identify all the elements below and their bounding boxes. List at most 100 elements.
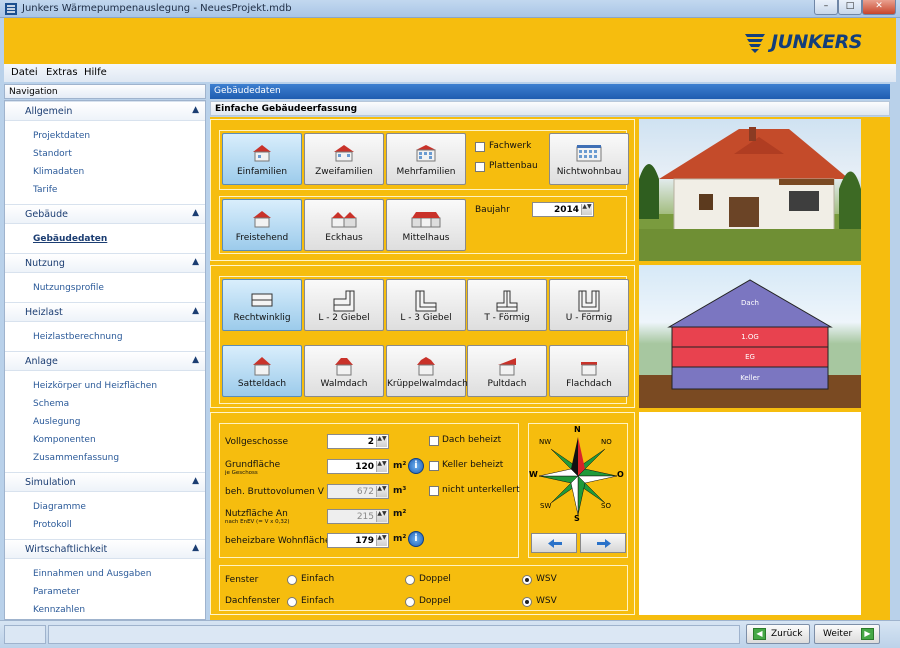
fenster-wsv-radio[interactable] xyxy=(522,575,532,585)
tile-u-foermig[interactable]: U - Förmig xyxy=(549,279,629,331)
zurueck-label: Zurück xyxy=(771,629,803,639)
tile-krueppelwalmdach[interactable]: Krüppelwalmdach xyxy=(386,345,468,397)
tile-t-foermig[interactable]: T - Förmig xyxy=(467,279,547,331)
nav-item-standort[interactable]: Standort xyxy=(33,149,72,159)
tile-l-3-giebel[interactable]: L - 3 Giebel xyxy=(386,279,466,331)
vollgeschosse-input[interactable]: 2 ▲▼ xyxy=(327,434,389,449)
house-terrace-icon xyxy=(411,212,441,228)
spinner-icon[interactable]: ▲▼ xyxy=(376,436,387,447)
nav-item-zusammenfassung[interactable]: Zusammenfassung xyxy=(33,453,119,463)
nav-section-anlage[interactable]: Anlage ▲ xyxy=(5,351,205,371)
nav-item-parameter[interactable]: Parameter xyxy=(33,587,80,597)
nav-section-title: Heizlast xyxy=(25,307,63,318)
wohnflaeche-input[interactable]: 179 ▲▼ xyxy=(327,533,389,548)
close-button[interactable]: ✕ xyxy=(862,0,896,15)
dach-beheizt-label: Dach beheizt xyxy=(442,435,502,445)
nav-item-gebaeudedaten[interactable]: Gebäudedaten xyxy=(33,234,107,244)
tile-freistehend[interactable]: Freistehend xyxy=(222,199,302,251)
baujahr-input[interactable]: 2014 ▲▼ xyxy=(532,202,594,217)
nav-section-gebaeude[interactable]: Gebäude ▲ xyxy=(5,204,205,224)
nav-item-heizkoerper[interactable]: Heizkörper und Heizflächen xyxy=(33,381,157,391)
compass-sw[interactable]: SW xyxy=(540,502,551,510)
weiter-button[interactable]: Weiter ▶ xyxy=(814,624,880,644)
compass-o[interactable]: O xyxy=(617,470,624,479)
plattenbau-checkbox[interactable] xyxy=(475,162,485,172)
spinner-icon[interactable]: ▲▼ xyxy=(581,204,592,215)
tile-flachdach[interactable]: Flachdach xyxy=(549,345,629,397)
nav-item-protokoll[interactable]: Protokoll xyxy=(33,520,72,530)
grundflaeche-input[interactable]: 120 ▲▼ xyxy=(327,459,389,474)
tile-einfamilien[interactable]: Einfamilien xyxy=(222,133,302,185)
tile-mittelhaus[interactable]: Mittelhaus xyxy=(386,199,466,251)
spinner-icon[interactable]: ▲▼ xyxy=(376,535,387,546)
nav-item-projektdaten[interactable]: Projektdaten xyxy=(33,131,90,141)
compass-so[interactable]: SO xyxy=(601,502,611,510)
dach-beheizt-checkbox[interactable] xyxy=(429,436,439,446)
compass-nw[interactable]: NW xyxy=(539,438,551,446)
tile-pultdach[interactable]: Pultdach xyxy=(467,345,547,397)
fenster-doppel-radio[interactable] xyxy=(405,575,415,585)
house-photo xyxy=(639,119,861,261)
spinner-icon[interactable]: ▲▼ xyxy=(376,461,387,472)
tile-mehrfamilien[interactable]: Mehrfamilien xyxy=(386,133,466,185)
nutzflaeche-unit: m² xyxy=(393,509,407,519)
nav-section-allgemein[interactable]: Allgemein ▲ xyxy=(5,101,205,121)
tile-eckhaus[interactable]: Eckhaus xyxy=(304,199,384,251)
menu-hilfe[interactable]: Hilfe xyxy=(84,67,107,78)
dachfenster-doppel-label: Doppel xyxy=(419,596,451,606)
rotate-left-button[interactable] xyxy=(531,533,577,553)
nav-item-diagramme[interactable]: Diagramme xyxy=(33,502,86,512)
nav-item-nutzungsprofile[interactable]: Nutzungsprofile xyxy=(33,283,104,293)
compass-w[interactable]: W xyxy=(529,470,538,479)
nicht-unterkellert-checkbox[interactable] xyxy=(429,486,439,496)
nav-item-klimadaten[interactable]: Klimadaten xyxy=(33,167,84,177)
arrow-right-icon xyxy=(597,539,611,548)
nav-section-heizlast[interactable]: Heizlast ▲ xyxy=(5,302,205,322)
nav-item-heizlastberechnung[interactable]: Heizlastberechnung xyxy=(33,332,123,342)
tile-rechtwinklig[interactable]: Rechtwinklig xyxy=(222,279,302,331)
nav-section-simulation[interactable]: Simulation ▲ xyxy=(5,472,205,492)
compass-n[interactable]: N xyxy=(574,425,581,434)
shed-roof-icon xyxy=(498,358,516,376)
nav-item-tarife[interactable]: Tarife xyxy=(33,185,57,195)
fenster-einfach-radio[interactable] xyxy=(287,575,297,585)
maximize-button[interactable]: □ xyxy=(838,0,862,15)
nav-item-kennzahlen[interactable]: Kennzahlen xyxy=(33,605,85,615)
compass-no[interactable]: NO xyxy=(601,438,612,446)
dachfenster-wsv-radio[interactable] xyxy=(522,597,532,607)
nav-item-komponenten[interactable]: Komponenten xyxy=(33,435,96,445)
tile-label: Walmdach xyxy=(320,379,368,389)
nav-section-title: Wirtschaftlichkeit xyxy=(25,544,108,555)
nav-item-schema[interactable]: Schema xyxy=(33,399,69,409)
info-icon[interactable]: i xyxy=(408,531,424,547)
tile-satteldach[interactable]: Satteldach xyxy=(222,345,302,397)
rotate-right-button[interactable] xyxy=(580,533,626,553)
compass-s[interactable]: S xyxy=(574,514,580,523)
house-photo-image xyxy=(639,127,861,261)
tile-l-2-giebel[interactable]: L - 2 Giebel xyxy=(304,279,384,331)
menu-extras[interactable]: Extras xyxy=(46,67,78,78)
window-titlebar[interactable]: Junkers Wärmepumpenauslegung - NeuesProj… xyxy=(0,0,900,18)
nav-section-wirtschaftlichkeit[interactable]: Wirtschaftlichkeit ▲ xyxy=(5,539,205,559)
dachfenster-einfach-radio[interactable] xyxy=(287,597,297,607)
menu-datei[interactable]: Datei xyxy=(11,67,38,78)
dachfenster-doppel-radio[interactable] xyxy=(405,597,415,607)
keller-beheizt-checkbox[interactable] xyxy=(429,461,439,471)
tile-walmdach[interactable]: Walmdach xyxy=(304,345,384,397)
tile-label: Mehrfamilien xyxy=(396,167,456,177)
info-icon[interactable]: i xyxy=(408,458,424,474)
minimize-button[interactable]: – xyxy=(814,0,838,15)
nav-item-auslegung[interactable]: Auslegung xyxy=(33,417,80,427)
zurueck-button[interactable]: ◀ Zurück xyxy=(746,624,810,644)
arrow-left-icon xyxy=(548,539,562,548)
nav-item-einnahmen[interactable]: Einnahmen und Ausgaben xyxy=(33,569,151,579)
nav-section-nutzung[interactable]: Nutzung ▲ xyxy=(5,253,205,273)
house-single-icon xyxy=(253,145,271,162)
fachwerk-label: Fachwerk xyxy=(489,141,532,151)
navigation-header: Navigation xyxy=(4,84,206,99)
preview-area xyxy=(639,412,861,615)
layer-eg: EG xyxy=(745,353,755,361)
tile-nichtwohnbau[interactable]: Nichtwohnbau xyxy=(549,133,629,185)
fachwerk-checkbox[interactable] xyxy=(475,142,485,152)
tile-zweifamilien[interactable]: Zweifamilien xyxy=(304,133,384,185)
